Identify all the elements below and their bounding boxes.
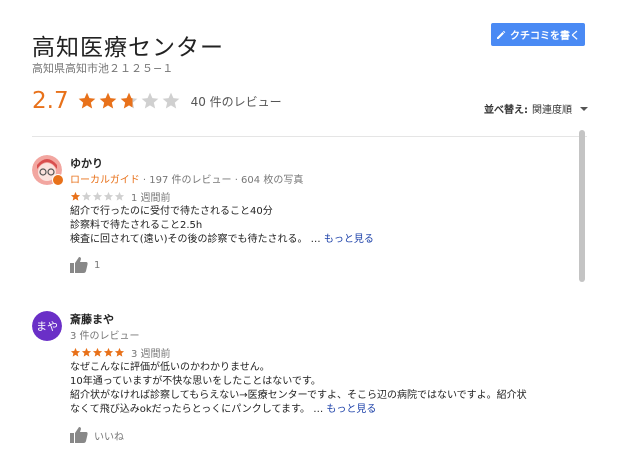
write-review-button[interactable]: クチコミを書く	[491, 23, 585, 46]
review-text-line-content: なくて飛び込みokだったらとっくにパンクしてます。 …	[70, 404, 327, 415]
like-label: いいね	[94, 431, 124, 443]
like-count: 1	[94, 259, 101, 271]
thumbs-up-icon	[70, 427, 88, 443]
star-icon	[81, 191, 92, 201]
thumbs-up-icon	[70, 257, 88, 273]
read-more-link[interactable]: もっと見る	[324, 234, 374, 245]
review-text-line: 10年通っていますが不快な思いをしたことはないです。	[70, 376, 321, 387]
star-icon	[92, 191, 103, 201]
review-stars	[70, 191, 125, 202]
review-text-line: 検査に回されて(遠い)その後の診察でも待たされる。 … もっと見る	[70, 233, 590, 247]
sort-value: 関連度順	[532, 105, 572, 116]
pencil-icon	[497, 30, 506, 39]
star-icon	[92, 347, 103, 357]
review-text-line-content: 検査に回されて(遠い)その後の診察でも待たされる。 …	[70, 234, 324, 245]
review-text-line: 紹介状がなければ診察してもらえない→医療センターですよ、そこら辺の病院ではないで…	[70, 390, 527, 401]
review-time: 1 週間前	[131, 192, 171, 204]
reviewer-stats: 3 件のレビュー	[70, 331, 140, 342]
read-more-link[interactable]: もっと見る	[326, 404, 376, 415]
star-icon	[120, 92, 137, 109]
like-button[interactable]: 1	[70, 257, 590, 273]
local-guide-badge-icon	[52, 174, 64, 186]
avatar[interactable]: まや	[32, 311, 62, 341]
rating-stars	[77, 91, 181, 111]
review-text: 紹介で行ったのに受付で待たされること40分 診察料で待たされること2.5h 検査…	[70, 205, 590, 247]
write-review-label: クチコミを書く	[510, 31, 580, 42]
local-guide-label: ローカルガイド	[70, 175, 140, 186]
sort-dropdown[interactable]: 並べ替え: 関連度順	[484, 101, 588, 116]
chevron-down-icon	[580, 106, 588, 111]
review-text-line: なぜこんなに評価が低いのかわかりません。	[70, 362, 270, 373]
avatar-initials: まや	[32, 311, 62, 341]
review-stars	[70, 347, 125, 358]
review-count[interactable]: 40 件のレビュー	[191, 93, 282, 110]
review-text-line: なくて飛び込みokだったらとっくにパンクしてます。 … もっと見る	[70, 403, 590, 417]
star-icon	[103, 191, 114, 201]
star-icon	[103, 347, 114, 357]
review-text-line: 紹介で行ったのに受付で待たされること40分	[70, 206, 273, 217]
star-icon	[162, 92, 179, 109]
star-icon	[70, 191, 81, 201]
divider	[32, 136, 587, 137]
star-icon	[114, 191, 125, 201]
star-icon	[114, 347, 125, 357]
star-icon	[78, 92, 95, 109]
reviewer-name[interactable]: ゆかり	[70, 155, 590, 170]
place-title: 高知医療センター	[32, 35, 224, 61]
review-time: 3 週間前	[131, 348, 171, 360]
star-icon	[81, 347, 92, 357]
place-address: 高知県高知市池２１２５−１	[32, 62, 174, 75]
reviewer-meta: ローカルガイド · 197 件のレビュー · 604 枚の写真	[70, 171, 590, 186]
like-button[interactable]: いいね	[70, 427, 590, 443]
review-text-line: 診察料で待たされること2.5h	[70, 220, 203, 231]
star-icon	[99, 92, 116, 109]
reviewer-stats: · 197 件のレビュー · 604 枚の写真	[142, 175, 304, 186]
rating-summary: 2.7 40 件のレビュー	[32, 88, 282, 114]
sort-label: 並べ替え:	[484, 105, 528, 116]
reviewer-name[interactable]: 斎藤まや	[70, 311, 590, 326]
star-icon	[141, 92, 158, 109]
rating-value: 2.7	[32, 88, 69, 114]
review-text: なぜこんなに評価が低いのかわかりません。 10年通っていますが不快な思いをしたこ…	[70, 361, 590, 417]
star-icon	[70, 347, 81, 357]
